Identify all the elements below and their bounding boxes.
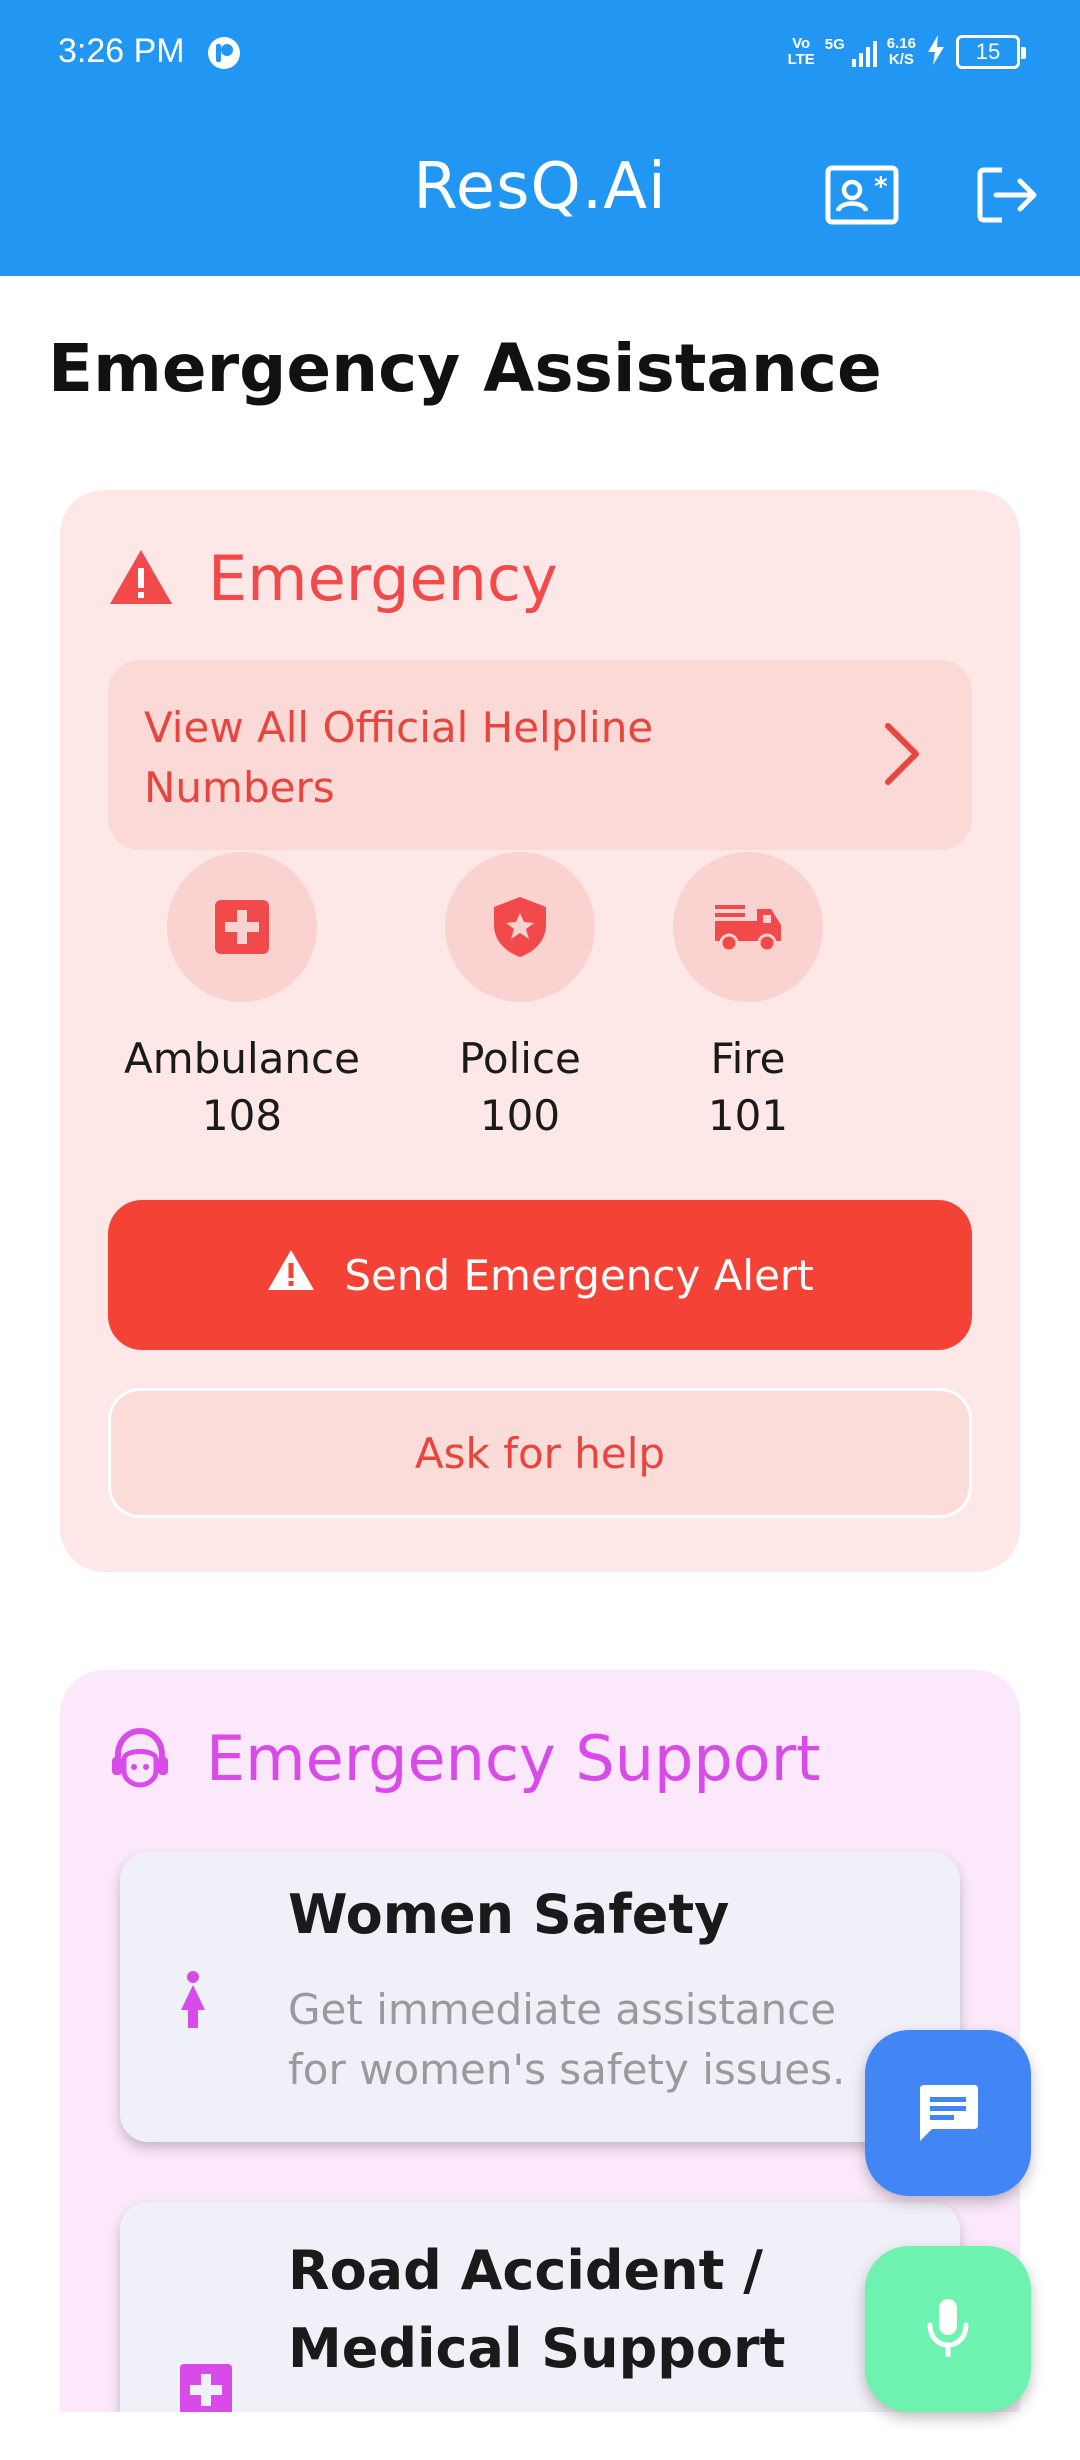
bottom-edge: [0, 2412, 1080, 2460]
logout-icon[interactable]: [968, 160, 1048, 230]
fire-truck-icon: [715, 905, 781, 953]
contact-card-icon[interactable]: *: [822, 160, 902, 230]
service-fire[interactable]: Fire 101: [618, 852, 878, 1140]
medical-cross-icon: [215, 900, 269, 954]
chat-button[interactable]: [865, 2030, 1031, 2196]
service-ambulance[interactable]: Ambulance 108: [112, 852, 372, 1140]
support-header: Emergency Support: [108, 1722, 821, 1795]
chat-icon: [920, 2085, 978, 2141]
voice-input-button[interactable]: [865, 2246, 1031, 2412]
5g-label: 5G: [824, 36, 845, 53]
service-number: 100: [479, 1091, 561, 1140]
support-heading: Emergency Support: [206, 1722, 821, 1795]
alert-button-label: Send Emergency Alert: [344, 1250, 814, 1300]
service-name: Ambulance: [124, 1034, 360, 1083]
fire-icon-circle: [673, 852, 823, 1002]
status-time: 3:26 PM: [58, 32, 185, 70]
send-emergency-alert-button[interactable]: Send Emergency Alert: [108, 1200, 972, 1350]
support-item-title: Women Safety: [288, 1883, 730, 1946]
support-agent-icon: [108, 1725, 172, 1793]
app-header: 3:26 PM Vo LTE 5G 6.16 K/S 15 ResQ.Ai *: [0, 0, 1080, 276]
service-name: Police: [459, 1034, 581, 1083]
ask-for-help-button[interactable]: Ask for help: [108, 1388, 972, 1518]
charging-icon: [926, 35, 946, 69]
service-name: Fire: [710, 1034, 786, 1083]
emergency-header: Emergency: [108, 542, 558, 615]
police-icon-circle: [445, 852, 595, 1002]
service-number: 101: [707, 1091, 789, 1140]
helpline-link-label: View All Official Helpline Numbers: [144, 703, 654, 812]
status-bar: 3:26 PM Vo LTE 5G 6.16 K/S 15: [0, 0, 1080, 110]
svg-text:*: *: [874, 172, 888, 202]
volte-indicator: Vo LTE: [787, 35, 815, 68]
service-police[interactable]: Police 100: [390, 852, 650, 1140]
signal-icon: 5G: [825, 37, 877, 67]
notification-icon: [206, 35, 242, 71]
chevron-right-icon: [882, 722, 922, 786]
network-speed: 6.16 K/S: [886, 35, 916, 68]
support-item-description: Get immediate assistance for women's saf…: [288, 1985, 846, 2094]
battery-icon: 15: [956, 35, 1026, 69]
helpline-numbers-link[interactable]: View All Official Helpline Numbers: [108, 660, 972, 850]
battery-level: 15: [975, 39, 1001, 64]
service-number: 108: [201, 1091, 283, 1140]
app-title: ResQ.Ai: [413, 150, 667, 224]
ambulance-icon-circle: [167, 852, 317, 1002]
support-item-title: Road Accident / Medical Support: [288, 2239, 786, 2380]
microphone-icon: [927, 2299, 969, 2357]
page-title: Emergency Assistance: [48, 330, 882, 407]
warning-icon: [266, 1248, 316, 1302]
police-shield-icon: [494, 897, 546, 957]
support-item-women-safety[interactable]: Women Safety Get immediate assistance fo…: [120, 1852, 960, 2142]
warning-icon: [108, 548, 174, 610]
emergency-card: Emergency View All Official Helpline Num…: [60, 490, 1020, 1572]
woman-icon: [178, 1970, 208, 2034]
system-icons: Vo LTE 5G 6.16 K/S 15: [787, 30, 1026, 74]
emergency-heading: Emergency: [208, 542, 558, 615]
